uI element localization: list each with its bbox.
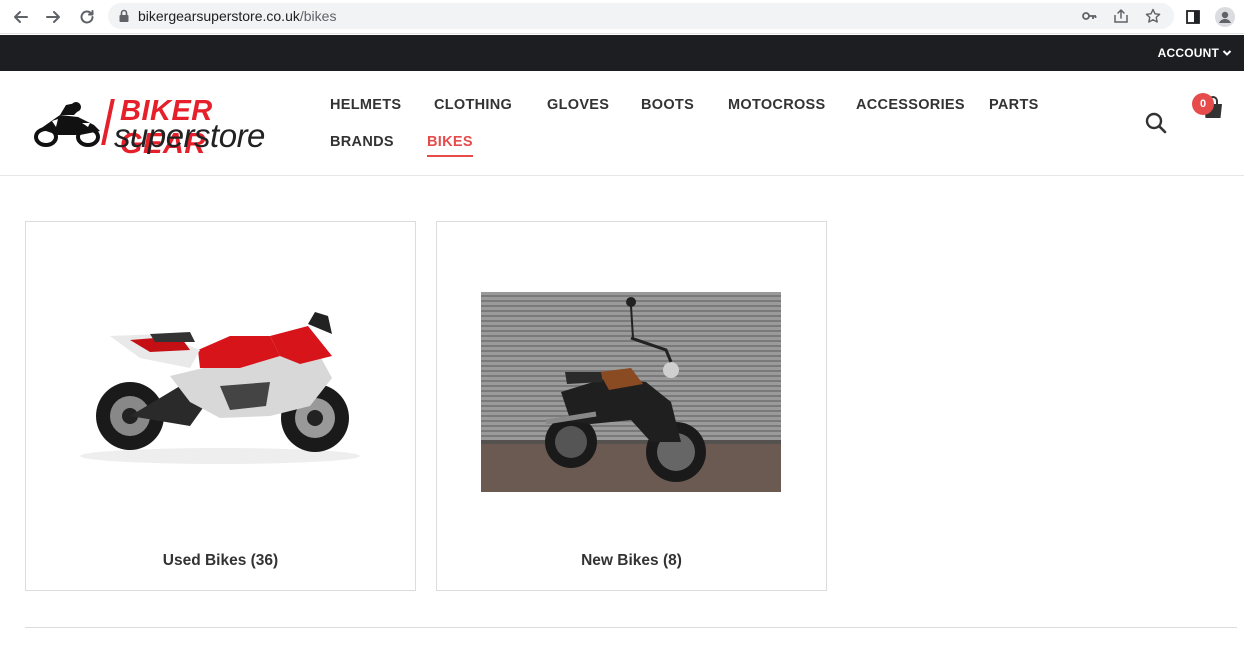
content-divider: [25, 627, 1237, 628]
url-path: /bikes: [299, 8, 337, 24]
nav-item-clothing[interactable]: CLOTHING: [434, 97, 512, 113]
share-icon: [1114, 9, 1128, 23]
account-menu[interactable]: ACCOUNT: [1158, 46, 1232, 60]
side-panel-button[interactable]: [1182, 6, 1204, 28]
reload-button[interactable]: [76, 6, 98, 28]
category-label: New Bikes (8): [581, 552, 682, 569]
sport-motorcycle-icon: [70, 306, 370, 472]
used-bike-image: [70, 306, 370, 472]
star-icon: [1145, 8, 1161, 23]
share-button[interactable]: [1112, 7, 1130, 25]
scrambler-motorcycle-icon: [481, 292, 781, 492]
nav-item-helmets[interactable]: HELMETS: [330, 97, 401, 113]
nav-item-motocross[interactable]: MOTOCROSS: [728, 97, 826, 113]
browser-toolbar: bikergearsuperstore.co.uk/bikes: [0, 0, 1244, 34]
cart-count-badge: 0: [1192, 93, 1214, 115]
back-button[interactable]: [10, 6, 32, 28]
search-icon: [1145, 112, 1167, 134]
arrow-left-icon: [14, 11, 28, 23]
category-label: Used Bikes (36): [162, 552, 279, 569]
side-panel-icon: [1186, 10, 1200, 24]
top-bar: ACCOUNT: [0, 35, 1244, 71]
nav-item-parts[interactable]: PARTS: [989, 97, 1039, 113]
lock-icon: [119, 9, 129, 22]
site-header: BIKER GEAR superstore HELMETS CLOTHING G…: [0, 71, 1244, 176]
profile-button[interactable]: [1214, 6, 1236, 28]
nav-item-accessories[interactable]: ACCESSORIES: [856, 97, 965, 113]
url-host: bikergearsuperstore.co.uk: [138, 8, 300, 24]
site-logo[interactable]: BIKER GEAR superstore: [30, 95, 286, 160]
nav-item-brands[interactable]: BRANDS: [330, 134, 394, 150]
motorcycle-rider-logo-icon: [34, 102, 100, 147]
chevron-down-icon: [1222, 50, 1232, 56]
account-label: ACCOUNT: [1157, 46, 1219, 60]
key-icon: [1082, 12, 1097, 20]
category-card-new-bikes[interactable]: New Bikes (8): [436, 221, 827, 591]
nav-item-boots[interactable]: BOOTS: [641, 97, 694, 113]
nav-item-bikes[interactable]: BIKES: [427, 134, 473, 157]
search-button[interactable]: [1144, 111, 1168, 135]
nav-item-gloves[interactable]: GLOVES: [547, 97, 609, 113]
password-key-button[interactable]: [1080, 7, 1098, 25]
new-bike-image: [481, 292, 781, 492]
address-bar[interactable]: bikergearsuperstore.co.uk/bikes: [108, 3, 1174, 29]
url-text: bikergearsuperstore.co.uk/bikes: [138, 8, 336, 24]
arrow-right-icon: [46, 11, 60, 23]
profile-avatar-icon: [1215, 7, 1235, 27]
bookmark-button[interactable]: [1144, 7, 1162, 25]
reload-icon: [80, 10, 94, 24]
forward-button[interactable]: [42, 6, 64, 28]
logo-text-line2: superstore: [114, 117, 265, 154]
category-card-used-bikes[interactable]: Used Bikes (36): [25, 221, 416, 591]
